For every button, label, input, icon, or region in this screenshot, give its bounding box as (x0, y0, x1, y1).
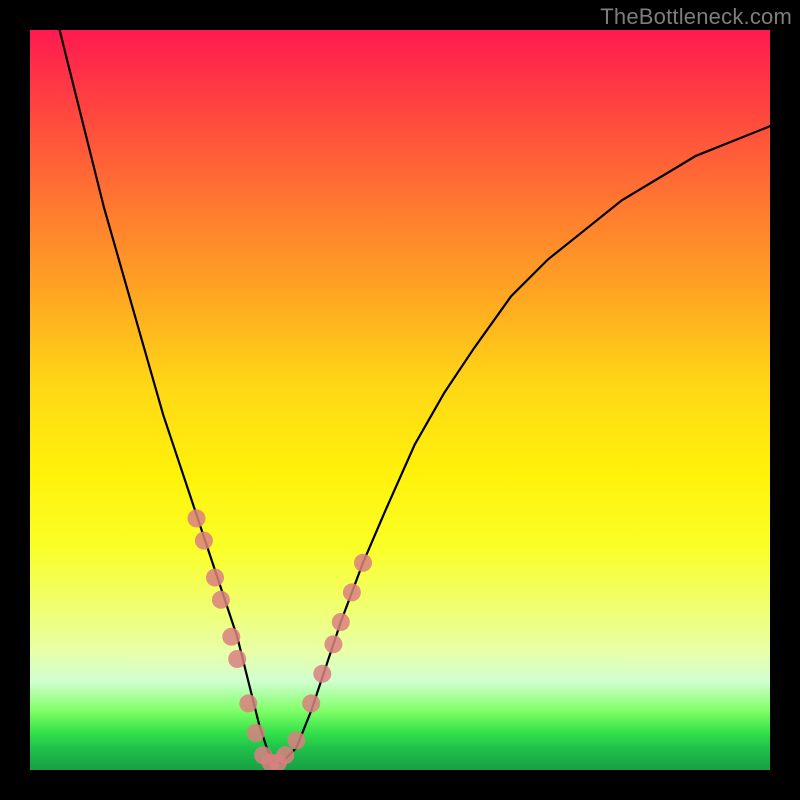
marker-dot (332, 613, 350, 631)
marker-dot (324, 635, 342, 653)
marker-dot (195, 532, 213, 550)
plot-area (30, 30, 770, 770)
marker-dot (239, 694, 257, 712)
marker-dot (222, 628, 240, 646)
marker-dot (276, 746, 294, 764)
marker-dot (302, 694, 320, 712)
bottleneck-curve (60, 30, 770, 763)
marker-dot (287, 731, 305, 749)
marker-dot (343, 583, 361, 601)
marker-dot (228, 650, 246, 668)
marker-dot (354, 554, 372, 572)
watermark-text: TheBottleneck.com (600, 4, 792, 30)
marker-dot (247, 724, 265, 742)
marker-dot (313, 665, 331, 683)
marker-points (188, 509, 373, 770)
chart-frame: TheBottleneck.com (0, 0, 800, 800)
curve-layer (30, 30, 770, 770)
marker-dot (206, 569, 224, 587)
marker-dot (212, 591, 230, 609)
marker-dot (188, 509, 206, 527)
